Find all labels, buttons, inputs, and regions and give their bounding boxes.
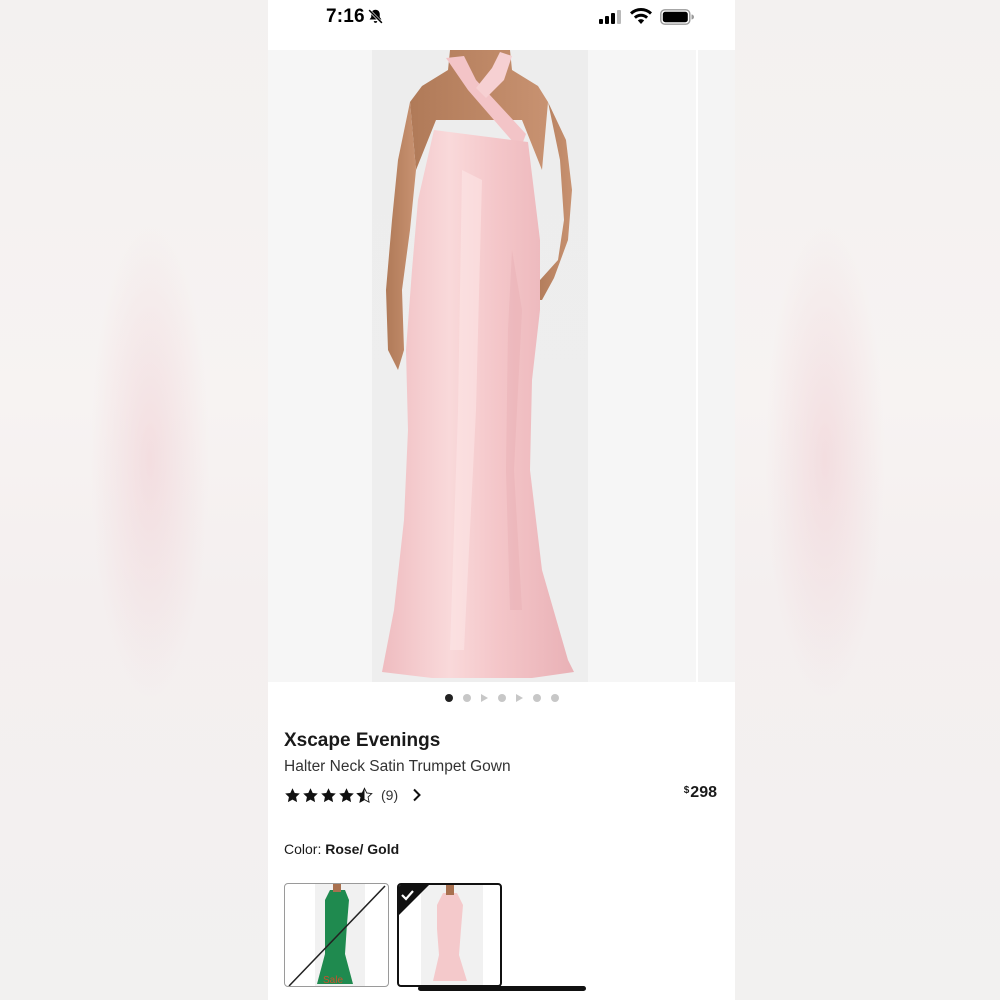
pagination-dot-active[interactable] — [444, 694, 453, 702]
pagination-video-icon[interactable] — [480, 694, 488, 702]
status-bar: 7:16 — [268, 0, 735, 48]
color-swatch-green[interactable]: Sale — [284, 883, 389, 987]
star-full-icon — [303, 787, 318, 802]
battery-icon — [660, 9, 694, 25]
green-gown-thumbnail — [288, 884, 386, 986]
price-currency: $ — [683, 785, 690, 796]
pagination-video-icon[interactable] — [515, 694, 523, 702]
star-half-icon — [356, 786, 373, 803]
selected-check-icon — [399, 885, 429, 915]
product-title: Halter Neck Satin Trumpet Gown — [284, 758, 511, 775]
sale-tag: Sale — [323, 975, 344, 986]
cellular-signal-icon — [599, 10, 621, 24]
status-time: 7:16 — [326, 6, 365, 27]
product-image-gallery[interactable] — [268, 50, 735, 682]
star-full-icon — [339, 787, 354, 802]
wifi-icon — [630, 8, 652, 24]
price-amount: 298 — [690, 784, 717, 801]
phone-screen: 7:16 Xscape Evenings Halter Neck Satin T… — [268, 0, 735, 1000]
pagination-dot[interactable] — [462, 694, 471, 702]
selected-color-value: Rose/ Gold — [325, 841, 400, 857]
star-full-icon — [321, 787, 336, 802]
background-right — [735, 0, 1000, 1000]
bell-slash-icon — [368, 9, 383, 24]
chevron-right-icon[interactable] — [412, 788, 422, 802]
review-count[interactable]: (9) — [381, 787, 398, 803]
color-selection-label: Color: Rose/ Gold — [284, 841, 399, 857]
brand-name[interactable]: Xscape Evenings — [284, 730, 440, 752]
star-full-icon — [285, 787, 300, 802]
product-photo[interactable] — [372, 50, 588, 682]
rating-row[interactable]: (9) — [284, 785, 422, 805]
star-rating — [284, 786, 373, 804]
next-photo-preview[interactable] — [696, 50, 735, 682]
home-indicator[interactable] — [418, 986, 586, 991]
pagination-dot[interactable] — [532, 694, 541, 702]
gallery-pagination — [268, 692, 735, 704]
pagination-dot[interactable] — [497, 694, 506, 702]
product-price: $298 — [684, 784, 717, 802]
color-swatch-rose-selected[interactable] — [397, 883, 502, 987]
background-left — [0, 0, 268, 1000]
pagination-dot[interactable] — [550, 694, 559, 702]
color-label: Color: — [284, 841, 326, 857]
